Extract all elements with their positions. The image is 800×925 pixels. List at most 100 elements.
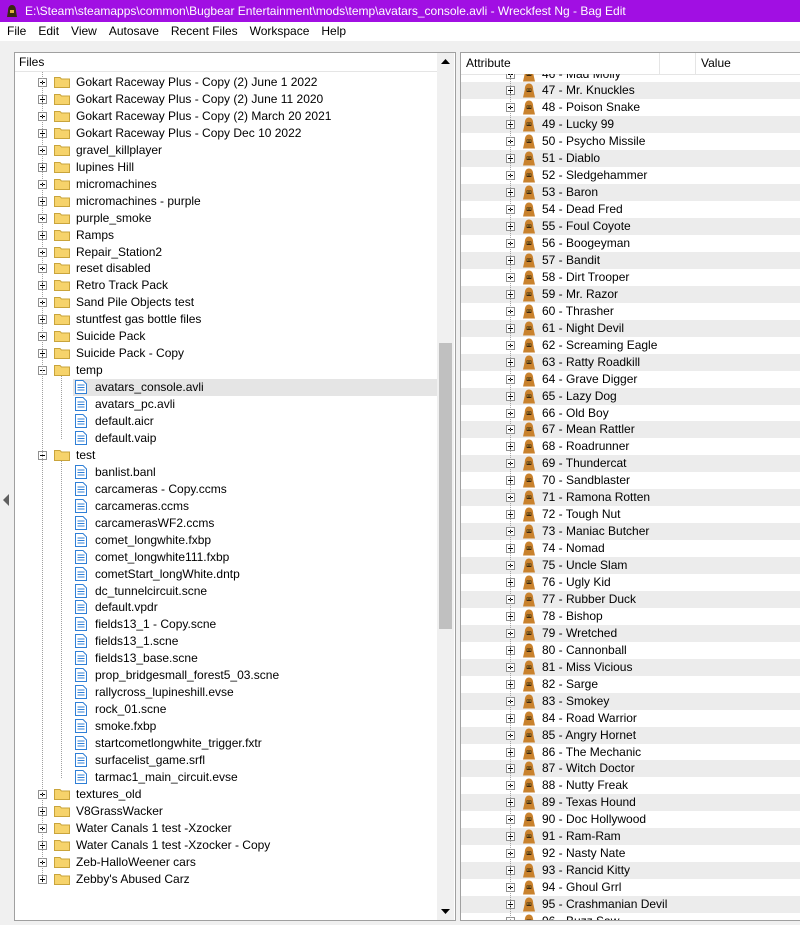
tree-file-item[interactable]: banlist.banl (15, 464, 437, 481)
attribute-row[interactable]: 50 - Psycho Missile (461, 133, 800, 150)
attribute-row[interactable]: 57 - Bandit (461, 251, 800, 269)
attribute-row[interactable]: 61 - Night Devil (461, 319, 800, 337)
scroll-down-icon[interactable] (437, 903, 454, 920)
tree-file-item[interactable]: smoke.fxbp (15, 718, 437, 735)
tree-folder-item[interactable]: Retro Track Pack (15, 277, 437, 294)
menu-help[interactable]: Help (316, 22, 351, 41)
attribute-row[interactable]: 47 - Mr. Knuckles (461, 82, 800, 100)
tree-file-item[interactable]: default.vaip (15, 430, 437, 447)
attribute-row[interactable]: 75 - Uncle Slam (461, 557, 800, 575)
attribute-row[interactable]: 81 - Miss Vicious (461, 658, 800, 676)
column-attribute[interactable]: Attribute (461, 53, 660, 74)
attribute-row[interactable]: 49 - Lucky 99 (461, 116, 800, 134)
tree-folder-item[interactable]: Water Canals 1 test -Xzocker - Copy (15, 837, 437, 854)
tree-file-item[interactable]: default.vpdr (15, 599, 437, 616)
attribute-row[interactable]: 66 - Old Boy (461, 405, 800, 422)
tree-file-item[interactable]: avatars_pc.avli (15, 396, 437, 413)
tree-file-item[interactable]: carcameras - Copy.ccms (15, 481, 437, 498)
tree-file-item[interactable]: cometStart_longWhite.dntp (15, 566, 437, 583)
tree-file-item[interactable]: tarmac1_main_circuit.evse (15, 769, 437, 786)
tree-folder-item[interactable]: Gokart Raceway Plus - Copy (2) June 1 20… (15, 74, 437, 91)
attribute-row[interactable]: 73 - Maniac Butcher (461, 523, 800, 541)
menu-recent-files[interactable]: Recent Files (166, 22, 243, 41)
tree-file-item[interactable]: dc_tunnelcircuit.scne (15, 583, 437, 600)
attribute-row[interactable]: 48 - Poison Snake (461, 99, 800, 116)
tree-folder-item[interactable]: purple_smoke (15, 210, 437, 227)
attribute-row[interactable]: 96 - Buzz Saw (461, 913, 800, 920)
attribute-row[interactable]: 55 - Foul Coyote (461, 218, 800, 236)
tree-file-item[interactable]: comet_longwhite111.fxbp (15, 549, 437, 566)
attribute-row[interactable]: 91 - Ram-Ram (461, 828, 800, 846)
attribute-row[interactable]: 78 - Bishop (461, 608, 800, 625)
tree-file-item[interactable]: carcamerasWF2.ccms (15, 515, 437, 532)
tree-folder-item[interactable]: Zeb-HalloWeener cars (15, 854, 437, 871)
tree-folder-item[interactable]: temp (15, 362, 437, 379)
attribute-row[interactable]: 79 - Wretched (461, 624, 800, 642)
attribute-row[interactable]: 59 - Mr. Razor (461, 285, 800, 303)
tree-file-item[interactable]: rock_01.scne (15, 701, 437, 718)
attribute-row[interactable]: 82 - Sarge (461, 676, 800, 693)
attribute-row[interactable]: 90 - Doc Hollywood (461, 811, 800, 828)
files-scrollbar[interactable] (437, 53, 454, 920)
attribute-row[interactable]: 80 - Cannonball (461, 642, 800, 659)
tree-folder-item[interactable]: test (15, 447, 437, 464)
tree-folder-item[interactable]: Suicide Pack - Copy (15, 345, 437, 362)
files-scroll-thumb[interactable] (439, 343, 452, 629)
tree-folder-item[interactable]: micromachines (15, 176, 437, 193)
attribute-row[interactable]: 52 - Sledgehammer (461, 167, 800, 184)
tree-folder-item[interactable]: Gokart Raceway Plus - Copy (2) June 11 2… (15, 91, 437, 108)
attribute-row[interactable]: 67 - Mean Rattler (461, 421, 800, 439)
attribute-row[interactable]: 72 - Tough Nut (461, 506, 800, 523)
tree-folder-item[interactable]: Zebby's Abused Carz (15, 871, 437, 888)
column-value[interactable]: Value (696, 53, 800, 74)
attribute-row[interactable]: 84 - Road Warrior (461, 710, 800, 727)
tree-file-item[interactable]: rallycross_lupineshill.evse (15, 684, 437, 701)
tree-folder-item[interactable]: Gokart Raceway Plus - Copy (2) March 20 … (15, 108, 437, 125)
menu-edit[interactable]: Edit (33, 22, 64, 41)
attribute-row[interactable]: 77 - Rubber Duck (461, 590, 800, 608)
attribute-row[interactable]: 69 - Thundercat (461, 455, 800, 473)
tree-folder-item[interactable]: gravel_killplayer (15, 142, 437, 159)
attribute-row[interactable]: 95 - Crashmanian Devil (461, 896, 800, 914)
attribute-row[interactable]: 56 - Boogeyman (461, 235, 800, 252)
tree-folder-item[interactable]: Repair_Station2 (15, 244, 437, 261)
tree-folder-item[interactable]: stuntfest gas bottle files (15, 311, 437, 328)
tree-folder-item[interactable]: reset disabled (15, 260, 437, 277)
attribute-row[interactable]: 85 - Angry Hornet (461, 726, 800, 744)
attribute-row[interactable]: 46 - Mad Molly (461, 74, 800, 83)
attribute-row[interactable]: 86 - The Mechanic (461, 744, 800, 761)
tree-folder-item[interactable]: lupines Hill (15, 159, 437, 176)
tree-folder-item[interactable]: textures_old (15, 786, 437, 803)
attribute-row[interactable]: 60 - Thrasher (461, 303, 800, 320)
attribute-row[interactable]: 92 - Nasty Nate (461, 845, 800, 862)
tree-file-item[interactable]: avatars_console.avli (73, 379, 437, 397)
tree-folder-item[interactable]: Suicide Pack (15, 328, 437, 345)
tree-file-item[interactable]: comet_longwhite.fxbp (15, 532, 437, 549)
attribute-row[interactable]: 62 - Screaming Eagle (461, 337, 800, 354)
attribute-row[interactable]: 83 - Smokey (461, 692, 800, 710)
tree-folder-item[interactable]: Ramps (15, 227, 437, 244)
tree-file-item[interactable]: surfacelist_game.srfl (15, 752, 437, 769)
tree-folder-item[interactable]: Gokart Raceway Plus - Copy Dec 10 2022 (15, 125, 437, 142)
tree-file-item[interactable]: prop_bridgesmall_forest5_03.scne (15, 667, 437, 684)
menu-file[interactable]: File (2, 22, 31, 41)
attribute-row[interactable]: 76 - Ugly Kid (461, 574, 800, 591)
tree-file-item[interactable]: fields13_1.scne (15, 633, 437, 650)
tree-file-item[interactable]: fields13_base.scne (15, 650, 437, 667)
attribute-row[interactable]: 51 - Diablo (461, 150, 800, 168)
tree-file-item[interactable]: default.aicr (15, 413, 437, 430)
attribute-row[interactable]: 68 - Roadrunner (461, 438, 800, 455)
attribute-row[interactable]: 89 - Texas Hound (461, 794, 800, 812)
attribute-row[interactable]: 53 - Baron (461, 184, 800, 202)
menu-view[interactable]: View (66, 22, 102, 41)
menu-autosave[interactable]: Autosave (104, 22, 164, 41)
attribute-row[interactable]: 64 - Grave Digger (461, 371, 800, 388)
attribute-row[interactable]: 94 - Ghoul Grrl (461, 879, 800, 896)
tree-folder-item[interactable]: Sand Pile Objects test (15, 294, 437, 311)
attribute-row[interactable]: 71 - Ramona Rotten (461, 489, 800, 507)
attribute-row[interactable]: 70 - Sandblaster (461, 472, 800, 489)
attribute-row[interactable]: 87 - Witch Doctor (461, 760, 800, 778)
attribute-row[interactable]: 65 - Lazy Dog (461, 387, 800, 405)
attribute-row[interactable]: 74 - Nomad (461, 540, 800, 557)
tree-folder-item[interactable]: V8GrassWacker (15, 803, 437, 820)
